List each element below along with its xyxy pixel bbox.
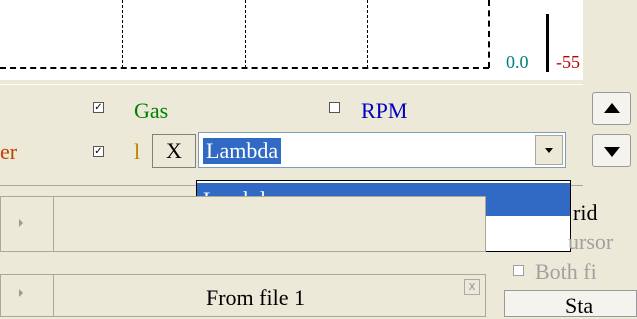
expand-arrow[interactable]: [1, 275, 54, 316]
baseline: [0, 67, 489, 69]
both-files-label: Both fi: [535, 259, 597, 284]
chevron-right-icon: [19, 289, 23, 297]
channel-label-partial: er: [0, 139, 18, 164]
signal-select-value: Lambda: [203, 138, 282, 164]
grid-line: [367, 0, 368, 68]
grid-label: rid: [573, 200, 598, 225]
scroll-up-button[interactable]: [592, 92, 631, 125]
both-files-checkbox[interactable]: [513, 265, 524, 276]
close-icon[interactable]: x: [464, 279, 480, 295]
gas-label: Gas: [134, 98, 169, 123]
axis-value-right: -55: [556, 52, 580, 72]
gas-checkbox[interactable]: ✓: [93, 102, 104, 113]
grid-line: [245, 0, 246, 68]
down-arrow-icon: [604, 147, 620, 157]
axis-line: [546, 14, 549, 72]
start-button-label: Sta: [565, 293, 594, 318]
file-bar-2: From file 1 x: [0, 274, 486, 317]
channel-label-partial-2: l: [134, 139, 141, 164]
cursor-label: ursor: [568, 229, 614, 254]
chevron-down-icon[interactable]: [535, 135, 563, 165]
grid-line: [122, 0, 123, 68]
scroll-down-button[interactable]: [592, 134, 631, 167]
chart-plot-area: 0.0 -55: [0, 0, 583, 80]
clear-button[interactable]: X: [152, 134, 196, 168]
chevron-right-icon: [19, 219, 23, 227]
grid-line: [488, 0, 490, 68]
file-label: From file 1: [206, 285, 305, 310]
start-button[interactable]: Sta: [504, 290, 637, 318]
rpm-checkbox[interactable]: [329, 102, 340, 113]
expand-arrow[interactable]: [1, 197, 54, 251]
file-bar-1: [0, 196, 486, 252]
rpm-label: RPM: [361, 98, 408, 123]
axis-value-bottom: 0.0: [506, 52, 529, 72]
up-arrow-icon: [604, 103, 620, 113]
channel-checkbox[interactable]: ✓: [93, 146, 104, 157]
signal-select[interactable]: Lambda: [198, 132, 566, 168]
